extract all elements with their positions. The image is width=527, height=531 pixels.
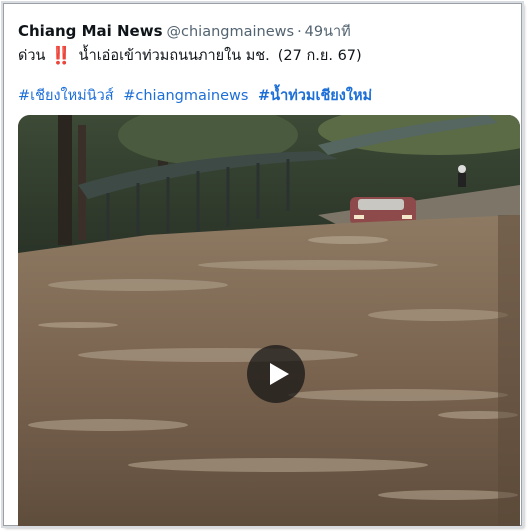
author-name[interactable]: Chiang Mai News bbox=[18, 22, 163, 40]
tweet-text: ด่วน ‼️ น้ำเอ่อเข้าท่วมถนนภายใน มช. (27 … bbox=[18, 44, 362, 67]
hashtag-link[interactable]: #น้ำท่วมเชียงใหม่ bbox=[258, 88, 372, 104]
double-exclamation-emoji: ‼️ bbox=[50, 45, 71, 66]
tweet-header: Chiang Mai News @chiangmainews · 49นาที bbox=[18, 20, 351, 42]
hashtag-link[interactable]: #chiangmainews bbox=[123, 88, 248, 104]
author-handle[interactable]: @chiangmainews bbox=[167, 24, 295, 40]
header-separator: · bbox=[297, 24, 302, 40]
tweet-video[interactable] bbox=[18, 115, 520, 526]
play-button[interactable] bbox=[247, 345, 305, 403]
tweet-timestamp[interactable]: 49นาที bbox=[305, 20, 351, 43]
tweet-card[interactable]: Chiang Mai News @chiangmainews · 49นาที … bbox=[3, 3, 522, 526]
tweet-text-date: (27 ก.ย. 67) bbox=[277, 48, 362, 64]
hashtag-list: #เชียงใหม่นิวส์ #chiangmainews #น้ำท่วมเ… bbox=[18, 84, 377, 107]
hashtag-link[interactable]: #เชียงใหม่นิวส์ bbox=[18, 88, 114, 104]
tweet-text-body: น้ำเอ่อเข้าท่วมถนนภายใน มช. bbox=[78, 48, 270, 64]
tweet-text-urgent-word: ด่วน bbox=[18, 48, 46, 64]
play-icon bbox=[269, 363, 289, 385]
video-thumbnail bbox=[18, 115, 520, 526]
